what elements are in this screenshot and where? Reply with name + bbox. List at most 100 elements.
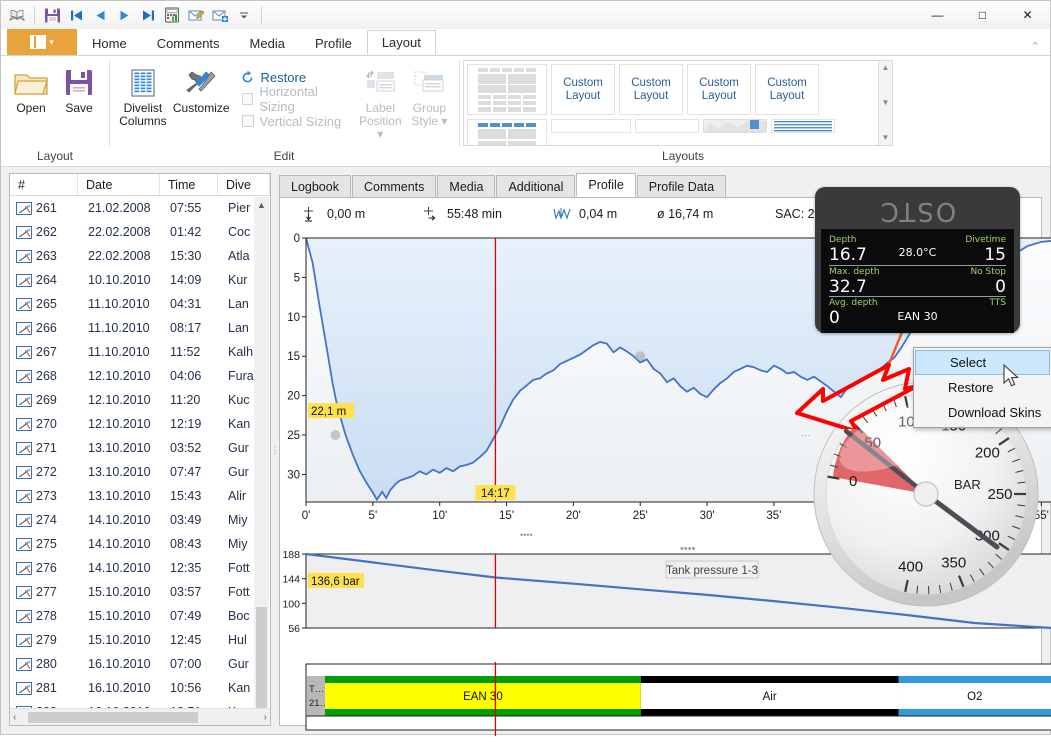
table-row[interactable]: 27113.10.201003:52Gur [10, 436, 270, 460]
custom-layout-label-4a: Custom [767, 77, 807, 89]
tab-media[interactable]: Media [235, 31, 300, 55]
context-menu-item-restore[interactable]: Restore [914, 375, 1051, 400]
first-record-icon[interactable] [65, 4, 87, 26]
table-row[interactable]: 27213.10.201007:47Gur [10, 460, 270, 484]
application-menu-button[interactable]: ▾ [7, 29, 77, 55]
stat-duration-value: 55:48 min [447, 207, 502, 221]
open-button[interactable]: Open [7, 60, 55, 115]
layout-custom-3[interactable]: Custom Layout [687, 64, 751, 115]
layout-custom-4[interactable]: Custom Layout [755, 64, 819, 115]
table-row[interactable]: 26511.10.201004:31Lan [10, 292, 270, 316]
vertical-sizing-label: Vertical Sizing [260, 114, 342, 129]
dive-event-marker[interactable] [330, 430, 340, 440]
save-icon[interactable] [41, 4, 63, 26]
tab-home[interactable]: Home [77, 31, 142, 55]
table-row[interactable]: 27614.10.201012:35Fott [10, 556, 270, 580]
vscroll-thumb[interactable] [256, 607, 267, 717]
table-row[interactable]: 26121.02.200807:55Pier [10, 196, 270, 220]
edit-mail-icon[interactable] [185, 4, 207, 26]
table-row[interactable]: 26912.10.201011:20Kuc [10, 388, 270, 412]
table-row[interactable]: 27414.10.201003:49Miy [10, 508, 270, 532]
table-row[interactable]: 26322.02.200815:30Atla [10, 244, 270, 268]
table-row[interactable]: 27915.10.201012:45Hul [10, 628, 270, 652]
table-row[interactable]: 27715.10.201003:57Fott [10, 580, 270, 604]
pressure-splitter-handle[interactable]: •••• [680, 543, 696, 555]
gallery-scroll-down[interactable]: ▼ [882, 98, 890, 108]
tab-profile-data[interactable]: Profile Data [637, 175, 726, 197]
tab-profile[interactable]: Profile [300, 31, 367, 55]
plot-splitter-handle[interactable]: •••• [520, 530, 533, 540]
divelist-vscrollbar[interactable]: ▲ ▼ [254, 197, 269, 707]
context-menu-item-select[interactable]: Select [915, 350, 1050, 375]
next-record-icon[interactable] [113, 4, 135, 26]
customize-button[interactable]: Customize [173, 60, 230, 115]
table-row[interactable]: 28216.10.201013:51Kuc [10, 700, 270, 708]
layout-row2-2[interactable] [635, 119, 699, 133]
hscroll-thumb[interactable] [28, 712, 198, 723]
tab-comments-detail[interactable]: Comments [352, 175, 436, 197]
column-header-date[interactable]: Date [78, 174, 160, 195]
customize-qat-icon[interactable] [233, 4, 255, 26]
tab-layout[interactable]: Layout [367, 30, 436, 55]
horizontal-sizing-checkbox[interactable]: Horizontal Sizing [240, 88, 355, 110]
maximize-button[interactable]: □ [960, 1, 1005, 29]
previous-record-icon[interactable] [89, 4, 111, 26]
tab-additional[interactable]: Additional [496, 175, 575, 197]
gallery-scroll-up[interactable]: ▲ [882, 63, 890, 73]
collapse-ribbon-icon[interactable]: ⌃ [1031, 40, 1040, 53]
restore-icon [240, 70, 255, 85]
tab-comments[interactable]: Comments [142, 31, 235, 55]
table-row[interactable]: 26711.10.201011:52Kalh [10, 340, 270, 364]
logbook-icon[interactable] [6, 4, 28, 26]
save-button[interactable]: Save [55, 60, 103, 115]
layout-custom-2[interactable]: Custom Layout [619, 64, 683, 115]
calculator-icon[interactable] [161, 4, 183, 26]
tab-media-detail[interactable]: Media [437, 175, 495, 197]
layout-row2-1[interactable] [551, 119, 631, 133]
ostc-device-panel[interactable]: OSTC Depth 16.7 28.0°C Divetime 15 Max. … [815, 187, 1020, 333]
group-style-button[interactable]: Group Style ▾ [406, 60, 453, 128]
hscroll-left-icon[interactable]: ‹ [13, 712, 16, 723]
tab-logbook[interactable]: Logbook [279, 175, 351, 197]
gas-mix-chart[interactable]: T…21…EAN 30AirO2 [280, 662, 1051, 742]
column-header-dive[interactable]: Dive [218, 174, 270, 195]
table-row[interactable]: 26611.10.201008:17Lan [10, 316, 270, 340]
table-row[interactable]: 26410.10.201014:09Kur [10, 268, 270, 292]
context-menu-item-download-skins[interactable]: Download Skins [914, 400, 1051, 425]
divelist-hscrollbar[interactable]: ‹ › [10, 708, 270, 725]
column-header-number[interactable]: # [10, 174, 78, 195]
divelist-columns-button[interactable]: Divelist Columns [115, 60, 171, 128]
tab-profile-detail[interactable]: Profile [576, 173, 635, 197]
table-row[interactable]: 27313.10.201015:43Alir [10, 484, 270, 508]
gauge-splitter-handle[interactable]: ⋮ [801, 431, 811, 440]
table-row[interactable]: 28016.10.201007:00Gur [10, 652, 270, 676]
divelist-rows[interactable]: 26121.02.200807:55Pier26222.02.200801:42… [10, 196, 270, 708]
last-record-icon[interactable] [137, 4, 159, 26]
minimize-button[interactable]: — [915, 1, 960, 29]
layout-row2-4[interactable] [771, 119, 835, 133]
hscroll-right-icon[interactable]: › [264, 712, 267, 723]
gallery-scroll-more[interactable]: ▼ [882, 133, 890, 143]
layout-row2-3[interactable] [703, 119, 767, 133]
cell-time: 08:43 [162, 537, 220, 551]
layouts-gallery[interactable]: Custom Layout Custom Layout Custom Layou… [463, 60, 893, 146]
vertical-splitter[interactable]: ⋮ [271, 167, 279, 734]
dive-event-marker[interactable] [635, 351, 645, 361]
new-mail-icon[interactable] [209, 4, 231, 26]
table-row[interactable]: 28116.10.201010:56Kan [10, 676, 270, 700]
table-row[interactable]: 26222.02.200801:42Coc [10, 220, 270, 244]
table-row[interactable]: 26812.10.201004:06Fura [10, 364, 270, 388]
vertical-sizing-checkbox[interactable]: Vertical Sizing [240, 110, 355, 132]
scroll-up-icon[interactable]: ▲ [257, 197, 266, 213]
table-row[interactable]: 27012.10.201012:19Kan [10, 412, 270, 436]
layout-thumb-gray[interactable] [467, 64, 547, 115]
layout-thumb-blue[interactable] [467, 119, 547, 145]
table-row[interactable]: 27514.10.201008:43Miy [10, 532, 270, 556]
layout-custom-1[interactable]: Custom Layout [551, 64, 615, 115]
column-header-time[interactable]: Time [160, 174, 218, 195]
label-position-button[interactable]: Label Position ▾ [357, 60, 404, 141]
close-button[interactable]: ✕ [1005, 1, 1050, 29]
gallery-scrollbar[interactable]: ▲ ▼ ▼ [878, 61, 892, 145]
skin-context-menu[interactable]: Select Restore Download Skins [913, 347, 1051, 428]
table-row[interactable]: 27815.10.201007:49Boc [10, 604, 270, 628]
